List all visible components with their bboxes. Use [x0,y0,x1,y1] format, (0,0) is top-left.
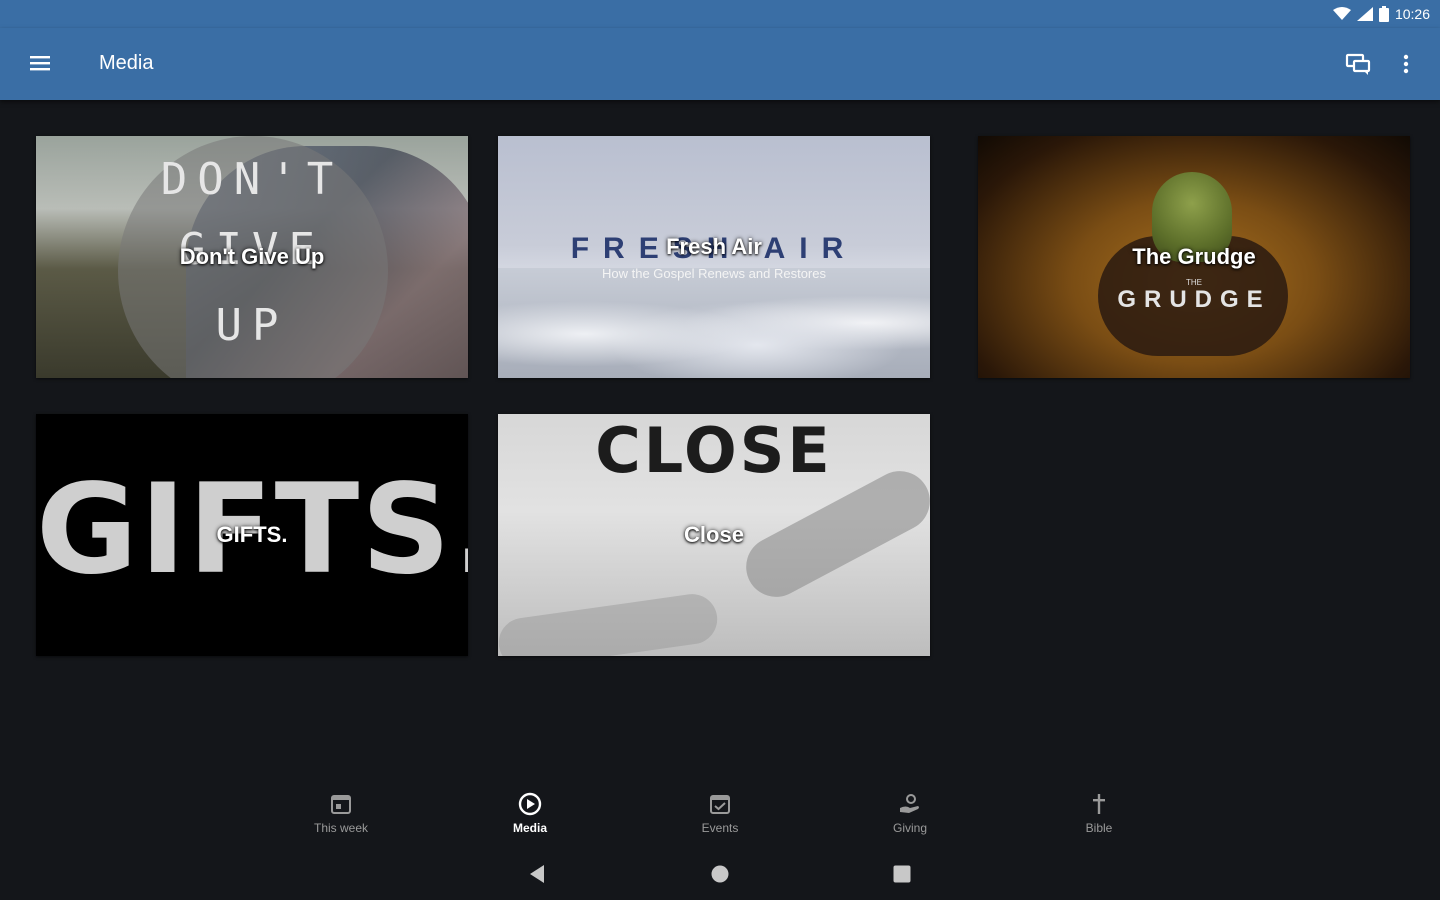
menu-button[interactable] [22,50,58,78]
nav-item-bible[interactable]: Bible [1039,782,1159,844]
nav-item-label: Bible [1085,821,1113,835]
nav-item-giving[interactable]: Giving [850,782,970,844]
chat-icon [1345,53,1371,75]
battery-icon [1378,6,1389,22]
card-image-hand-left [498,590,721,656]
nav-item-label: Media [512,821,547,835]
card-caption: Close [684,522,744,547]
cross-icon [1093,794,1105,814]
calendar-icon [331,795,351,814]
app-bar: Media [0,28,1440,100]
bottom-navigation: This week Media Events Giving Bible [0,782,1440,844]
more-options-button[interactable] [1394,48,1418,80]
card-caption: GIFTS. [216,522,288,547]
hand-heart-icon [900,794,919,813]
wifi-icon [1332,7,1351,20]
nav-item-label: This week [313,821,369,835]
nav-item-label: Giving [892,821,927,835]
page-title: Media [99,52,154,74]
signal-icon [1356,7,1373,21]
system-back-button[interactable] [524,860,552,888]
system-navigation [0,852,1440,896]
play-circle-icon [518,792,542,816]
card-caption: The Grudge [1132,244,1256,269]
card-art-title: CLOSE [595,414,833,487]
card-image-clouds [498,268,930,378]
recents-square-icon [893,865,911,883]
nav-item-label: Events [701,821,739,835]
hamburger-icon [30,56,50,71]
card-caption: Don't Give Up [179,244,325,269]
calendar-check-icon [710,795,730,814]
status-time: 10:26 [1394,6,1430,22]
media-card-the-grudge[interactable]: THE GRUDGE The Grudge [978,136,1410,378]
media-card-fresh-air[interactable]: FRESH AIR How the Gospel Renews and Rest… [498,136,930,378]
media-card-gifts[interactable]: GIFTS. GIFTS. [36,414,468,656]
media-card-close[interactable]: CLOSE Close [498,414,930,656]
chat-button[interactable] [1342,48,1374,80]
status-bar: 10:26 [0,0,1440,28]
nav-item-media[interactable]: Media [470,782,590,844]
system-home-button[interactable] [706,860,734,888]
system-recents-button[interactable] [888,860,916,888]
card-art-subtitle: How the Gospel Renews and Restores [601,266,826,281]
card-caption: Fresh Air [666,234,762,260]
card-art-title: GRUDGE [1117,286,1271,313]
nav-item-this-week[interactable]: This week [281,782,401,844]
media-card-dont-give-up[interactable]: DON'T GIVE UP Don't Give Up [36,136,468,378]
card-art-line-3: UP [215,300,289,351]
nav-item-events[interactable]: Events [660,782,780,844]
more-vert-icon [1403,54,1409,74]
card-art-line-1: DON'T [160,154,344,205]
back-triangle-icon [530,865,544,883]
home-circle-icon [711,865,729,883]
